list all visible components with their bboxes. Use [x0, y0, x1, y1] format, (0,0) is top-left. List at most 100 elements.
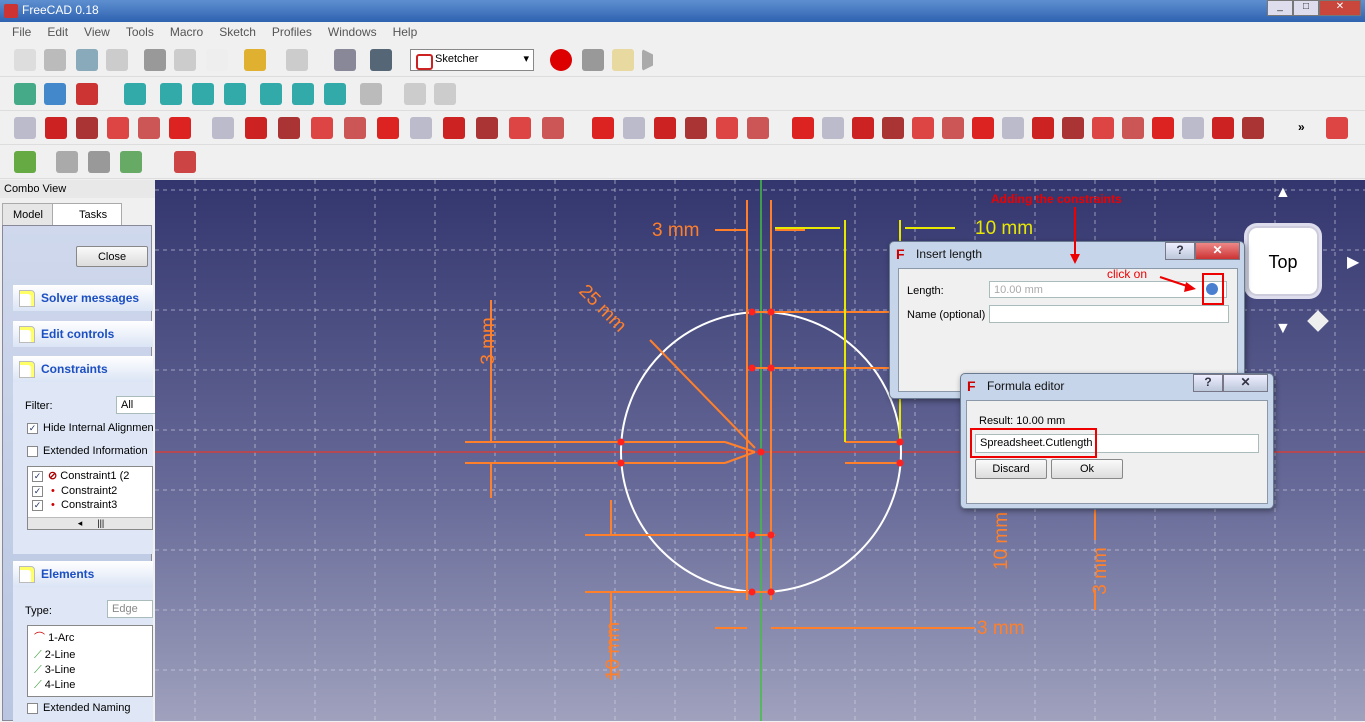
edit-macro-icon[interactable]	[612, 49, 634, 71]
dimension-label[interactable]: 10 mm	[603, 622, 625, 680]
toolbar-tool-icon[interactable]	[1182, 117, 1204, 139]
toolbar-tool-icon[interactable]	[292, 83, 314, 105]
dimension-label[interactable]: 3 mm	[652, 220, 700, 242]
toolbar-tool-icon[interactable]	[972, 117, 994, 139]
toolbar-tool-icon[interactable]	[792, 117, 814, 139]
toolbar-tool-icon[interactable]	[174, 49, 196, 71]
toolbar-tool-icon[interactable]	[1122, 117, 1144, 139]
toolbar-tool-icon[interactable]	[623, 117, 645, 139]
constraints-section[interactable]: Constraints	[13, 356, 153, 382]
toolbar-tool-icon[interactable]	[476, 117, 498, 139]
toolbar-tool-icon[interactable]	[344, 117, 366, 139]
menu-sketch[interactable]: Sketch	[211, 22, 264, 42]
help-button[interactable]: ?	[1165, 242, 1195, 260]
solver-messages-section[interactable]: Solver messages	[13, 285, 153, 311]
toolbar-tool-icon[interactable]	[14, 151, 36, 173]
list-item[interactable]: ✓ • Constraint2	[28, 484, 152, 498]
hide-internal-checkbox[interactable]: ✓ Hide Internal Alignment	[27, 422, 153, 434]
edit-controls-section[interactable]: Edit controls	[13, 321, 153, 347]
extended-naming-checkbox[interactable]: Extended Naming	[27, 702, 130, 714]
toolbar-tool-icon[interactable]	[942, 117, 964, 139]
length-input[interactable]: 10.00 mm	[989, 281, 1227, 298]
toolbar-tool-icon[interactable]	[822, 117, 844, 139]
workbench-selector[interactable]: Sketcher	[410, 49, 534, 71]
toolbar-tool-icon[interactable]	[124, 83, 146, 105]
name-input[interactable]	[989, 305, 1229, 323]
close-window-button[interactable]: ✕	[1319, 0, 1361, 16]
toolbar-tool-icon[interactable]	[120, 151, 142, 173]
menu-file[interactable]: File	[4, 22, 39, 42]
list-item[interactable]: ⟋ 4-Line	[28, 678, 152, 693]
toolbar-tool-icon[interactable]	[286, 49, 308, 71]
toolbar-tool-icon[interactable]	[76, 49, 98, 71]
toolbar-tool-icon[interactable]	[592, 117, 614, 139]
menu-macro[interactable]: Macro	[162, 22, 211, 42]
extended-info-checkbox[interactable]: Extended Information	[27, 445, 153, 457]
toolbar-tool-icon[interactable]	[334, 49, 356, 71]
menu-windows[interactable]: Windows	[320, 22, 385, 42]
toolbar-tool-icon[interactable]	[654, 117, 676, 139]
list-item[interactable]: ✓ • Constraint3	[28, 498, 152, 512]
toolbar-tool-icon[interactable]	[144, 49, 166, 71]
toolbar-tool-icon[interactable]	[1242, 117, 1264, 139]
menu-tools[interactable]: Tools	[118, 22, 162, 42]
filter-select[interactable]: All	[116, 396, 156, 414]
toolbar-tool-icon[interactable]	[509, 117, 531, 139]
toolbar-tool-icon[interactable]	[107, 117, 129, 139]
toolbar-tool-icon[interactable]	[169, 117, 191, 139]
toolbar-tool-icon[interactable]	[1032, 117, 1054, 139]
tab-model[interactable]: Model	[2, 203, 54, 225]
toolbar-tool-icon[interactable]	[1212, 117, 1234, 139]
toolbar-tool-icon[interactable]	[324, 83, 346, 105]
toolbar-tool-icon[interactable]	[14, 49, 36, 71]
toolbar-tool-icon[interactable]	[311, 117, 333, 139]
rotate-down-icon[interactable]: ▼	[1275, 320, 1291, 338]
toolbar-tool-icon[interactable]	[278, 117, 300, 139]
list-item[interactable]: ✓ ⊘ Constraint1 (2	[28, 467, 152, 484]
close-dialog-button[interactable]: ✕	[1195, 242, 1240, 260]
toolbar-tool-icon[interactable]	[212, 117, 234, 139]
close-button[interactable]: Close	[76, 246, 148, 267]
menu-view[interactable]: View	[76, 22, 118, 42]
toolbar-tool-icon[interactable]	[44, 83, 66, 105]
toolbar-tool-icon[interactable]	[1152, 117, 1174, 139]
toolbar-tool-icon[interactable]	[912, 117, 934, 139]
list-item[interactable]: ⟋ 2-Line	[28, 648, 152, 663]
maximize-button[interactable]: □	[1293, 0, 1319, 16]
dimension-label[interactable]: 10 mm	[991, 512, 1013, 570]
minimize-button[interactable]: _	[1267, 0, 1293, 16]
record-macro-icon[interactable]	[550, 49, 572, 71]
toolbar-tool-icon[interactable]	[244, 49, 266, 71]
menu-help[interactable]: Help	[385, 22, 426, 42]
dimension-label-selected[interactable]: 10 mm	[975, 218, 1033, 240]
toolbar-tool-icon[interactable]	[56, 151, 78, 173]
list-item[interactable]: ⟋ 3-Line	[28, 663, 152, 678]
toolbar-tool-icon[interactable]	[1326, 117, 1348, 139]
toolbar-tool-icon[interactable]	[245, 117, 267, 139]
discard-button[interactable]: Discard	[975, 459, 1047, 479]
toolbar-tool-icon[interactable]	[404, 83, 426, 105]
toolbar-tool-icon[interactable]	[44, 49, 66, 71]
rotate-right-icon[interactable]: ▶	[1347, 252, 1359, 272]
toolbar-tool-icon[interactable]	[88, 151, 110, 173]
menu-edit[interactable]: Edit	[39, 22, 76, 42]
toolbar-tool-icon[interactable]	[192, 83, 214, 105]
toolbar-tool-icon[interactable]	[174, 151, 196, 173]
toolbar-tool-icon[interactable]	[370, 49, 392, 71]
toolbar-tool-icon[interactable]	[360, 83, 382, 105]
elements-section[interactable]: Elements	[13, 561, 153, 587]
toolbar-tool-icon[interactable]	[410, 117, 432, 139]
list-item[interactable]: ⌒ 1-Arc	[28, 626, 152, 648]
toolbar-tool-icon[interactable]	[434, 83, 456, 105]
toolbar-tool-icon[interactable]	[106, 49, 128, 71]
toolbar-tool-icon[interactable]	[14, 83, 36, 105]
toolbar-tool-icon[interactable]	[1062, 117, 1084, 139]
toolbar-tool-icon[interactable]	[260, 83, 282, 105]
dimension-label[interactable]: 3 mm	[1090, 547, 1112, 595]
menu-profiles[interactable]: Profiles	[264, 22, 320, 42]
ok-button[interactable]: Ok	[1051, 459, 1123, 479]
toolbar-overflow[interactable]: »	[1298, 120, 1305, 134]
horizontal-scrollbar[interactable]: ◂ |||	[28, 517, 152, 529]
type-select[interactable]: Edge	[107, 600, 153, 618]
toolbar-tool-icon[interactable]	[206, 49, 228, 71]
